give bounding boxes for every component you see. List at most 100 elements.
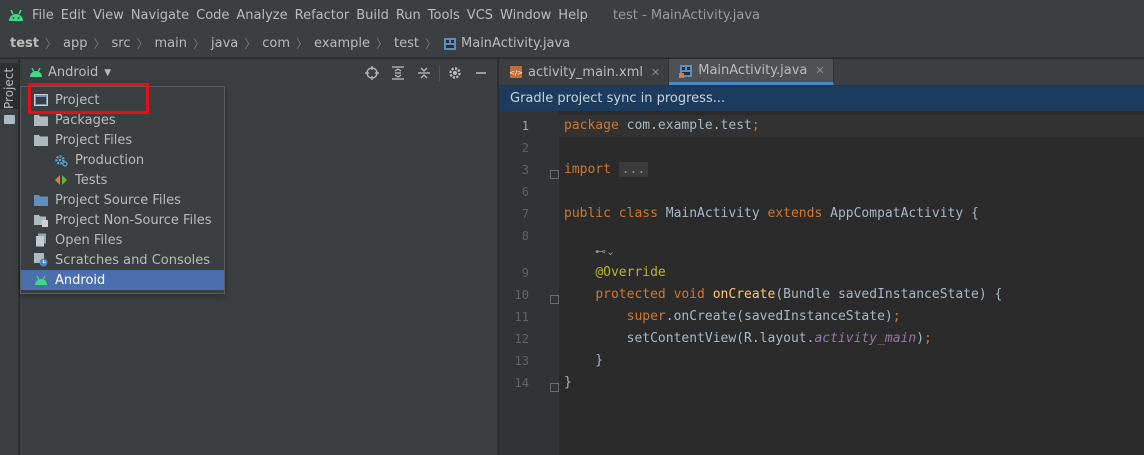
scratches-icon (33, 252, 49, 268)
android-icon (33, 272, 49, 288)
breadcrumb-item[interactable]: src (112, 36, 131, 51)
project-tool-window-label: Project (2, 67, 16, 109)
view-option-open-files[interactable]: Open Files (21, 230, 224, 250)
folder-icon (33, 132, 49, 148)
menu-file[interactable]: File (32, 8, 61, 23)
close-icon[interactable]: ✕ (651, 66, 660, 79)
menu-run[interactable]: Run (396, 8, 428, 23)
gear-icon[interactable] (442, 62, 468, 84)
menu-code[interactable]: Code (196, 8, 236, 23)
view-option-label: Project Non-Source Files (55, 212, 212, 228)
java-class-icon (443, 37, 457, 51)
view-option-tests[interactable]: Tests (21, 170, 224, 190)
menu-refactor[interactable]: Refactor (295, 8, 357, 23)
breadcrumb-separator-icon: 〉 (44, 37, 57, 51)
folded-imports[interactable]: ... (618, 162, 649, 177)
fold-marker-icon[interactable] (550, 383, 559, 392)
line-number: 8 (521, 229, 529, 243)
breadcrumb-item[interactable]: example (314, 36, 370, 51)
code-line: protected void onCreate(Bundle savedInst… (595, 287, 1003, 302)
non-source-files-icon (33, 212, 49, 228)
code-line: public class MainActivity extends AppCom… (564, 206, 979, 221)
tab-mainactivity-java[interactable]: MainActivity.java ✕ (669, 59, 834, 85)
folder-icon (4, 115, 15, 124)
breadcrumb-item[interactable]: com (262, 36, 290, 51)
tab-activity-main-xml[interactable]: </> activity_main.xml ✕ (499, 59, 670, 85)
code-editor[interactable]: package com.example.test; import ... pub… (559, 111, 1144, 455)
menu-vcs[interactable]: VCS (467, 8, 500, 23)
gradle-sync-banner: Gradle project sync in progress... (499, 86, 1144, 111)
menu-edit[interactable]: Edit (61, 8, 93, 23)
menu-view[interactable]: View (93, 8, 131, 23)
tab-label: activity_main.xml (528, 64, 644, 80)
folder-icon (33, 112, 49, 128)
editor-tabs: </> activity_main.xml ✕ MainActivity.jav… (499, 59, 1144, 86)
line-number: 11 (514, 310, 529, 324)
expand-all-icon[interactable] (385, 62, 411, 84)
breadcrumb-separator-icon: 〉 (136, 37, 149, 51)
menu-analyze[interactable]: Analyze (236, 8, 294, 23)
code-line: } (564, 375, 572, 390)
code-line: super.onCreate(savedInstanceState); (626, 309, 901, 324)
view-option-label: Project Source Files (55, 192, 181, 208)
breadcrumb-separator-icon: 〉 (93, 37, 106, 51)
panel-toolbar (359, 59, 494, 86)
fold-marker-icon[interactable] (550, 170, 559, 179)
view-selector-label: Android (48, 65, 99, 80)
android-studio-logo-icon (0, 0, 32, 30)
view-selector-dropdown: Project Packages Project Files Productio… (20, 86, 225, 294)
breadcrumb-separator-icon: 〉 (244, 37, 257, 51)
line-number: 13 (514, 354, 529, 368)
android-icon (29, 67, 43, 78)
view-option-android[interactable]: Android (21, 270, 224, 290)
menu-tools[interactable]: Tools (428, 8, 467, 23)
breadcrumb-item[interactable]: app (63, 36, 87, 51)
menu-navigate[interactable]: Navigate (131, 8, 196, 23)
menu-build[interactable]: Build (356, 8, 396, 23)
java-class-icon (679, 64, 693, 78)
view-option-label: Open Files (55, 232, 123, 248)
open-files-icon (33, 232, 49, 248)
toolbar-divider (439, 64, 440, 81)
code-line: @Override (595, 265, 666, 280)
locate-target-icon[interactable] (359, 62, 385, 84)
xml-file-icon: </> (509, 65, 523, 79)
menu-help[interactable]: Help (558, 8, 595, 23)
source-files-icon (33, 192, 49, 208)
fold-marker-icon[interactable] (550, 295, 559, 304)
project-panel-header: Android ▼ (20, 59, 498, 86)
close-icon[interactable]: ✕ (815, 64, 824, 77)
line-number: 1 (521, 119, 529, 133)
breadcrumb-separator-icon: 〉 (376, 37, 389, 51)
breadcrumb-item[interactable]: test (10, 36, 39, 51)
project-tool-window-button[interactable]: Project (0, 63, 19, 124)
tool-window-stripe: Project (0, 59, 19, 455)
view-option-label: Packages (55, 112, 116, 128)
breadcrumb-item[interactable]: java (211, 36, 238, 51)
breadcrumb-separator-icon: 〉 (192, 37, 205, 51)
minimize-icon[interactable] (468, 62, 494, 84)
breadcrumb-separator-icon: 〉 (425, 37, 438, 51)
view-option-project-source-files[interactable]: Project Source Files (21, 190, 224, 210)
line-number: 2 (521, 141, 529, 155)
menu-window[interactable]: Window (500, 8, 558, 23)
view-option-scratches-and-consoles[interactable]: Scratches and Consoles (21, 250, 224, 270)
view-option-project-files[interactable]: Project Files (21, 130, 224, 150)
code-line: } (564, 353, 604, 368)
view-option-label: Android (55, 272, 106, 288)
code-line: package com.example.test; (564, 118, 760, 133)
line-number: 14 (514, 376, 529, 390)
collapse-all-icon[interactable] (411, 62, 437, 84)
breadcrumb-item[interactable]: MainActivity.java (461, 36, 570, 51)
menu-bar: File Edit View Navigate Code Analyze Ref… (0, 0, 1144, 30)
view-selector[interactable]: Android ▼ (29, 65, 111, 80)
breadcrumb-item[interactable]: test (394, 36, 419, 51)
view-option-project-non-source-files[interactable]: Project Non-Source Files (21, 210, 224, 230)
code-hint-icon[interactable]: ⊷⌄ (595, 245, 615, 258)
breadcrumb-item[interactable]: main (155, 36, 187, 51)
breadcrumb: test 〉 app 〉 src 〉 main 〉 java 〉 com 〉 e… (0, 30, 1144, 58)
line-number: 10 (514, 288, 529, 302)
view-option-production[interactable]: Production (21, 150, 224, 170)
annotation-highlight-box (28, 83, 149, 114)
window-title: test - MainActivity.java (612, 7, 761, 23)
